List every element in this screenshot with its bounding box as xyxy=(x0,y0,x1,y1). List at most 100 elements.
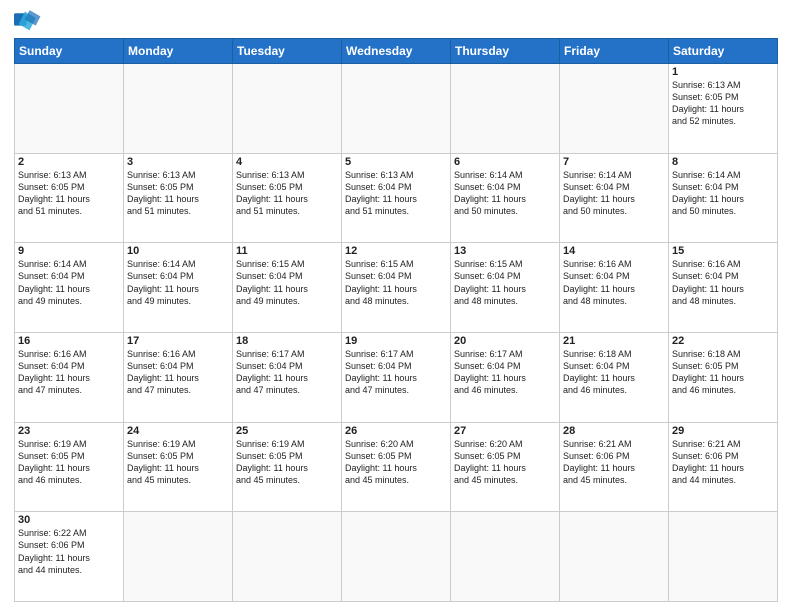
day-info: Sunrise: 6:15 AM Sunset: 6:04 PM Dayligh… xyxy=(454,258,556,307)
weekday-header-thursday: Thursday xyxy=(451,39,560,64)
calendar-cell: 20Sunrise: 6:17 AM Sunset: 6:04 PM Dayli… xyxy=(451,332,560,422)
day-info: Sunrise: 6:13 AM Sunset: 6:05 PM Dayligh… xyxy=(236,169,338,218)
weekday-header-saturday: Saturday xyxy=(669,39,778,64)
day-info: Sunrise: 6:16 AM Sunset: 6:04 PM Dayligh… xyxy=(563,258,665,307)
calendar-cell: 10Sunrise: 6:14 AM Sunset: 6:04 PM Dayli… xyxy=(124,243,233,333)
week-row-2: 2Sunrise: 6:13 AM Sunset: 6:05 PM Daylig… xyxy=(15,153,778,243)
calendar-cell: 27Sunrise: 6:20 AM Sunset: 6:05 PM Dayli… xyxy=(451,422,560,512)
calendar-cell xyxy=(124,512,233,602)
calendar-cell: 4Sunrise: 6:13 AM Sunset: 6:05 PM Daylig… xyxy=(233,153,342,243)
day-info: Sunrise: 6:14 AM Sunset: 6:04 PM Dayligh… xyxy=(18,258,120,307)
day-number: 26 xyxy=(345,425,447,437)
day-info: Sunrise: 6:13 AM Sunset: 6:05 PM Dayligh… xyxy=(18,169,120,218)
day-number: 25 xyxy=(236,425,338,437)
calendar-cell: 16Sunrise: 6:16 AM Sunset: 6:04 PM Dayli… xyxy=(15,332,124,422)
logo-icon xyxy=(14,10,42,32)
day-info: Sunrise: 6:16 AM Sunset: 6:04 PM Dayligh… xyxy=(18,348,120,397)
day-info: Sunrise: 6:14 AM Sunset: 6:04 PM Dayligh… xyxy=(454,169,556,218)
day-number: 19 xyxy=(345,335,447,347)
calendar-cell: 19Sunrise: 6:17 AM Sunset: 6:04 PM Dayli… xyxy=(342,332,451,422)
calendar-cell: 17Sunrise: 6:16 AM Sunset: 6:04 PM Dayli… xyxy=(124,332,233,422)
day-number: 20 xyxy=(454,335,556,347)
calendar-cell: 11Sunrise: 6:15 AM Sunset: 6:04 PM Dayli… xyxy=(233,243,342,333)
day-info: Sunrise: 6:13 AM Sunset: 6:04 PM Dayligh… xyxy=(345,169,447,218)
day-number: 30 xyxy=(18,514,120,526)
calendar-cell: 26Sunrise: 6:20 AM Sunset: 6:05 PM Dayli… xyxy=(342,422,451,512)
week-row-1: 1Sunrise: 6:13 AM Sunset: 6:05 PM Daylig… xyxy=(15,64,778,154)
week-row-3: 9Sunrise: 6:14 AM Sunset: 6:04 PM Daylig… xyxy=(15,243,778,333)
day-info: Sunrise: 6:21 AM Sunset: 6:06 PM Dayligh… xyxy=(672,438,774,487)
weekday-header-tuesday: Tuesday xyxy=(233,39,342,64)
day-info: Sunrise: 6:16 AM Sunset: 6:04 PM Dayligh… xyxy=(672,258,774,307)
day-number: 12 xyxy=(345,245,447,257)
day-info: Sunrise: 6:18 AM Sunset: 6:04 PM Dayligh… xyxy=(563,348,665,397)
calendar-cell xyxy=(560,512,669,602)
week-row-5: 23Sunrise: 6:19 AM Sunset: 6:05 PM Dayli… xyxy=(15,422,778,512)
day-info: Sunrise: 6:19 AM Sunset: 6:05 PM Dayligh… xyxy=(127,438,229,487)
day-number: 8 xyxy=(672,156,774,168)
weekday-header-sunday: Sunday xyxy=(15,39,124,64)
calendar-cell: 6Sunrise: 6:14 AM Sunset: 6:04 PM Daylig… xyxy=(451,153,560,243)
calendar-cell: 18Sunrise: 6:17 AM Sunset: 6:04 PM Dayli… xyxy=(233,332,342,422)
day-info: Sunrise: 6:17 AM Sunset: 6:04 PM Dayligh… xyxy=(345,348,447,397)
calendar-cell xyxy=(15,64,124,154)
day-number: 7 xyxy=(563,156,665,168)
day-number: 14 xyxy=(563,245,665,257)
day-info: Sunrise: 6:19 AM Sunset: 6:05 PM Dayligh… xyxy=(18,438,120,487)
day-number: 5 xyxy=(345,156,447,168)
calendar-cell: 13Sunrise: 6:15 AM Sunset: 6:04 PM Dayli… xyxy=(451,243,560,333)
calendar-cell xyxy=(233,512,342,602)
day-info: Sunrise: 6:22 AM Sunset: 6:06 PM Dayligh… xyxy=(18,527,120,576)
calendar-cell: 9Sunrise: 6:14 AM Sunset: 6:04 PM Daylig… xyxy=(15,243,124,333)
day-number: 13 xyxy=(454,245,556,257)
calendar-cell xyxy=(560,64,669,154)
calendar-cell: 25Sunrise: 6:19 AM Sunset: 6:05 PM Dayli… xyxy=(233,422,342,512)
logo xyxy=(14,10,46,32)
day-number: 21 xyxy=(563,335,665,347)
day-number: 11 xyxy=(236,245,338,257)
day-info: Sunrise: 6:19 AM Sunset: 6:05 PM Dayligh… xyxy=(236,438,338,487)
day-info: Sunrise: 6:13 AM Sunset: 6:05 PM Dayligh… xyxy=(672,79,774,128)
page: SundayMondayTuesdayWednesdayThursdayFrid… xyxy=(0,0,792,612)
calendar-cell: 7Sunrise: 6:14 AM Sunset: 6:04 PM Daylig… xyxy=(560,153,669,243)
day-number: 24 xyxy=(127,425,229,437)
calendar-cell xyxy=(342,512,451,602)
day-info: Sunrise: 6:18 AM Sunset: 6:05 PM Dayligh… xyxy=(672,348,774,397)
day-number: 15 xyxy=(672,245,774,257)
day-number: 22 xyxy=(672,335,774,347)
day-info: Sunrise: 6:14 AM Sunset: 6:04 PM Dayligh… xyxy=(672,169,774,218)
calendar-cell xyxy=(233,64,342,154)
calendar-cell: 12Sunrise: 6:15 AM Sunset: 6:04 PM Dayli… xyxy=(342,243,451,333)
calendar-cell: 28Sunrise: 6:21 AM Sunset: 6:06 PM Dayli… xyxy=(560,422,669,512)
day-number: 1 xyxy=(672,66,774,78)
weekday-header-friday: Friday xyxy=(560,39,669,64)
calendar-cell xyxy=(669,512,778,602)
calendar-cell xyxy=(451,64,560,154)
day-number: 27 xyxy=(454,425,556,437)
calendar-cell: 21Sunrise: 6:18 AM Sunset: 6:04 PM Dayli… xyxy=(560,332,669,422)
day-number: 29 xyxy=(672,425,774,437)
week-row-4: 16Sunrise: 6:16 AM Sunset: 6:04 PM Dayli… xyxy=(15,332,778,422)
day-number: 10 xyxy=(127,245,229,257)
weekday-header-wednesday: Wednesday xyxy=(342,39,451,64)
calendar-cell: 14Sunrise: 6:16 AM Sunset: 6:04 PM Dayli… xyxy=(560,243,669,333)
calendar-cell: 22Sunrise: 6:18 AM Sunset: 6:05 PM Dayli… xyxy=(669,332,778,422)
day-number: 4 xyxy=(236,156,338,168)
day-number: 6 xyxy=(454,156,556,168)
day-info: Sunrise: 6:14 AM Sunset: 6:04 PM Dayligh… xyxy=(127,258,229,307)
calendar-cell xyxy=(451,512,560,602)
day-info: Sunrise: 6:16 AM Sunset: 6:04 PM Dayligh… xyxy=(127,348,229,397)
day-number: 2 xyxy=(18,156,120,168)
weekday-header-row: SundayMondayTuesdayWednesdayThursdayFrid… xyxy=(15,39,778,64)
day-number: 3 xyxy=(127,156,229,168)
day-number: 23 xyxy=(18,425,120,437)
weekday-header-monday: Monday xyxy=(124,39,233,64)
day-info: Sunrise: 6:14 AM Sunset: 6:04 PM Dayligh… xyxy=(563,169,665,218)
day-number: 28 xyxy=(563,425,665,437)
calendar-cell: 30Sunrise: 6:22 AM Sunset: 6:06 PM Dayli… xyxy=(15,512,124,602)
header xyxy=(14,10,778,32)
day-info: Sunrise: 6:13 AM Sunset: 6:05 PM Dayligh… xyxy=(127,169,229,218)
day-info: Sunrise: 6:17 AM Sunset: 6:04 PM Dayligh… xyxy=(454,348,556,397)
day-info: Sunrise: 6:15 AM Sunset: 6:04 PM Dayligh… xyxy=(345,258,447,307)
calendar-cell: 15Sunrise: 6:16 AM Sunset: 6:04 PM Dayli… xyxy=(669,243,778,333)
